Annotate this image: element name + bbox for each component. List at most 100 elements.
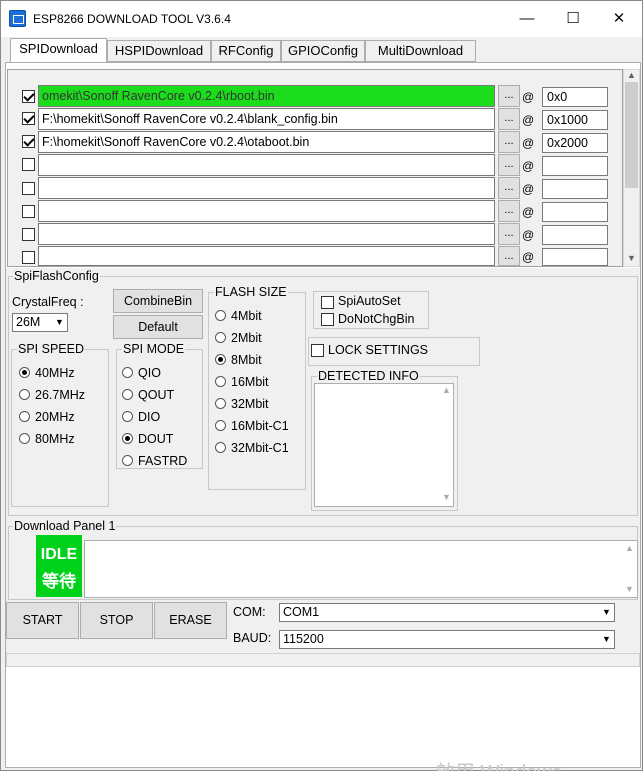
spi-mode-label-qio: QIO: [138, 366, 161, 380]
address-field-6[interactable]: [542, 202, 608, 222]
tab-gpioconfig[interactable]: GPIOConfig: [281, 40, 365, 62]
scroll-up-icon[interactable]: ▲: [624, 70, 639, 80]
file-checkbox-6[interactable]: [22, 205, 35, 218]
scroll-down-icon[interactable]: ▼: [439, 492, 454, 502]
scroll-up-icon[interactable]: ▲: [439, 385, 454, 395]
spi-mode-radio-dio[interactable]: [122, 411, 133, 422]
combine-bin-button[interactable]: CombineBin: [113, 289, 203, 313]
app-window: ESP8266 DOWNLOAD TOOL V3.6.4 — ☐ ✕ SPIDo…: [0, 0, 643, 771]
status-text-en: IDLE: [40, 546, 78, 563]
minimize-button[interactable]: —: [504, 1, 550, 37]
chevron-down-icon: ▼: [602, 607, 611, 617]
flash-size-radio-2mbit[interactable]: [215, 332, 226, 343]
spi-speed-label-80mhz: 80MHz: [35, 432, 75, 446]
spi-mode-radio-qio[interactable]: [122, 367, 133, 378]
browse-button-8[interactable]: ...: [498, 246, 520, 266]
address-field-1[interactable]: 0x0: [542, 87, 608, 107]
spi-speed-radio-40mhz[interactable]: [19, 367, 30, 378]
flash-size-radio-16mbit-c1[interactable]: [215, 420, 226, 431]
erase-button[interactable]: ERASE: [154, 602, 227, 639]
flash-size-label-16mbit-c1: 16Mbit-C1: [231, 419, 289, 433]
scroll-up-icon[interactable]: ▲: [622, 543, 637, 553]
at-label-5: @: [522, 182, 535, 196]
com-label: COM:: [233, 605, 266, 619]
file-checkbox-5[interactable]: [22, 182, 35, 195]
flash-size-radio-32mbit-c1[interactable]: [215, 442, 226, 453]
scroll-thumb[interactable]: [625, 82, 638, 188]
browse-button-1[interactable]: ...: [498, 85, 520, 107]
lock-settings-checkbox[interactable]: [311, 344, 324, 357]
spi-speed-label-26mhz: 26.7MHz: [35, 388, 86, 402]
maximize-button[interactable]: ☐: [550, 1, 596, 37]
spi-auto-set-checkbox[interactable]: [321, 296, 334, 309]
file-checkbox-2[interactable]: [22, 112, 35, 125]
com-select[interactable]: COM1 ▼: [279, 603, 615, 622]
browse-button-5[interactable]: ...: [498, 177, 520, 199]
file-path-3[interactable]: F:\homekit\Sonoff RavenCore v0.2.4\otabo…: [38, 131, 495, 153]
file-path-1[interactable]: omekit\Sonoff RavenCore v0.2.4\rboot.bin: [38, 85, 495, 107]
file-list-scrollbar[interactable]: ▲ ▼: [623, 69, 640, 267]
file-path-8[interactable]: [38, 246, 495, 266]
file-path-6[interactable]: [38, 200, 495, 222]
download-panel-legend: Download Panel 1: [13, 519, 117, 533]
spi-speed-label-20mhz: 20MHz: [35, 410, 75, 424]
address-field-2[interactable]: 0x1000: [542, 110, 608, 130]
tab-hspidownload[interactable]: HSPIDownload: [107, 40, 211, 62]
baud-select[interactable]: 115200 ▼: [279, 630, 615, 649]
spi-speed-radio-20mhz[interactable]: [19, 411, 30, 422]
status-text-zh: 等待: [42, 572, 76, 591]
default-button[interactable]: Default: [113, 315, 203, 339]
spi-mode-label-qout: QOUT: [138, 388, 175, 402]
crystal-freq-value: 26M: [16, 315, 41, 329]
file-checkbox-8[interactable]: [22, 251, 35, 264]
spi-speed-radio-80mhz[interactable]: [19, 433, 30, 444]
flash-size-label-32mbit-c1: 32Mbit-C1: [231, 441, 289, 455]
spi-mode-radio-dout[interactable]: [122, 433, 133, 444]
flash-size-radio-8mbit[interactable]: [215, 354, 226, 365]
file-path-5[interactable]: [38, 177, 495, 199]
address-field-8[interactable]: [542, 248, 608, 266]
flash-size-radio-32mbit[interactable]: [215, 398, 226, 409]
flash-size-radio-4mbit[interactable]: [215, 310, 226, 321]
file-path-7[interactable]: [38, 223, 495, 245]
file-path-2[interactable]: F:\homekit\Sonoff RavenCore v0.2.4\blank…: [38, 108, 495, 130]
at-label-1: @: [522, 90, 535, 104]
start-button[interactable]: START: [6, 602, 79, 639]
close-button[interactable]: ✕: [596, 1, 642, 37]
browse-button-6[interactable]: ...: [498, 200, 520, 222]
do-not-chg-bin-checkbox[interactable]: [321, 313, 334, 326]
flash-size-radio-16mbit[interactable]: [215, 376, 226, 387]
spi-mode-label-dout: DOUT: [138, 432, 174, 446]
browse-button-4[interactable]: ...: [498, 154, 520, 176]
tab-multidownload[interactable]: MultiDownload: [365, 40, 476, 62]
address-field-4[interactable]: [542, 156, 608, 176]
tab-spidownload[interactable]: SPIDownload: [10, 38, 107, 63]
browse-button-7[interactable]: ...: [498, 223, 520, 245]
spi-mode-radio-fastrd[interactable]: [122, 455, 133, 466]
tab-rfconfig[interactable]: RFConfig: [211, 40, 281, 62]
spi-speed-radio-26mhz[interactable]: [19, 389, 30, 400]
do-not-chg-bin-label: DoNotChgBin: [338, 312, 415, 326]
file-checkbox-4[interactable]: [22, 158, 35, 171]
baud-value: 115200: [283, 632, 324, 646]
address-field-5[interactable]: [542, 179, 608, 199]
chevron-down-icon: ▼: [55, 317, 64, 327]
detected-info-textarea[interactable]: ▲ ▼: [314, 383, 454, 507]
scroll-down-icon[interactable]: ▼: [624, 253, 639, 263]
browse-button-3[interactable]: ...: [498, 131, 520, 153]
at-label-3: @: [522, 136, 535, 150]
stop-button[interactable]: STOP: [80, 602, 153, 639]
file-checkbox-3[interactable]: [22, 135, 35, 148]
spi-mode-radio-qout[interactable]: [122, 389, 133, 400]
scroll-down-icon[interactable]: ▼: [622, 584, 637, 594]
download-log[interactable]: ▲ ▼: [84, 540, 638, 598]
address-field-3[interactable]: 0x2000: [542, 133, 608, 153]
file-path-4[interactable]: [38, 154, 495, 176]
spi-mode-legend: SPI MODE: [122, 342, 186, 356]
file-checkbox-1[interactable]: [22, 90, 35, 103]
browse-button-2[interactable]: ...: [498, 108, 520, 130]
flash-size-label-16mbit: 16Mbit: [231, 375, 269, 389]
crystal-freq-select[interactable]: 26M ▼: [12, 313, 68, 332]
address-field-7[interactable]: [542, 225, 608, 245]
file-checkbox-7[interactable]: [22, 228, 35, 241]
